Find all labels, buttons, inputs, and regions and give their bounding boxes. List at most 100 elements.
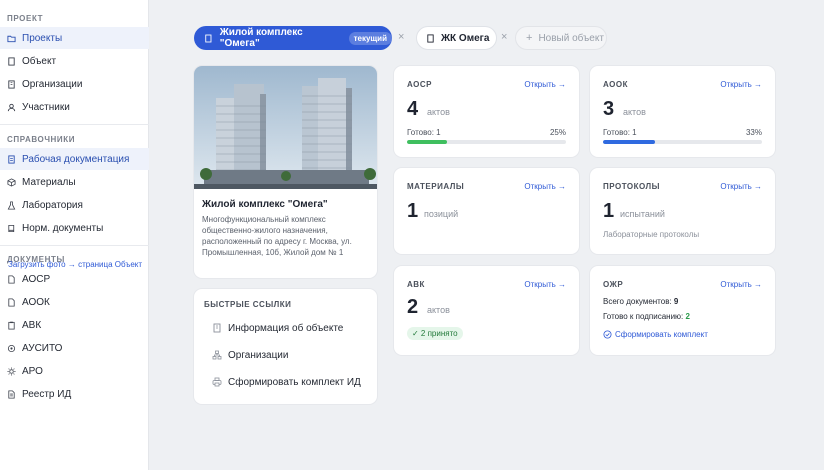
sidebar-item-avk[interactable]: АВК (0, 314, 149, 336)
quick-links-card: БЫСТРЫЕ ССЫЛКИ Информация об объекте Орг… (194, 289, 377, 404)
card-avk: АВК Открыть → 2 актов ✓ 2 принято (394, 266, 579, 355)
close-tab-button[interactable]: × (398, 31, 404, 43)
sidebar-divider (0, 124, 149, 125)
upload-photo-link[interactable]: Загрузить фото → страница Объект (8, 260, 142, 269)
box-icon (7, 177, 16, 187)
sidebar-item-aook[interactable]: АООК (0, 291, 149, 313)
quick-link-label: Сформировать комплект ИД (228, 376, 361, 388)
progress-bar (407, 140, 566, 144)
clipboard-icon (7, 321, 16, 330)
sidebar-item-label: Лаборатория (22, 199, 83, 211)
progress-bar (603, 140, 762, 144)
new-object-button[interactable]: + Новый объект (515, 26, 607, 50)
card-title: АВК (407, 280, 425, 289)
object-description: Многофункциональный комплекс общественно… (202, 215, 352, 257)
sidebar-item-materials[interactable]: Материалы (0, 171, 149, 193)
folder-icon (7, 34, 16, 43)
card-unit: актов (623, 107, 646, 117)
sidebar-item-label: Участники (22, 101, 70, 113)
quick-links-title: БЫСТРЫЕ ССЫЛКИ (204, 300, 292, 309)
card-materials: МАТЕРИАЛЫ Открыть → 1 позиций (394, 168, 579, 254)
quick-link-label: Организации (228, 349, 289, 361)
card-ozhr: ОЖР Открыть → Всего документов: 9 Готово… (590, 266, 775, 355)
generate-set-label: Сформировать комплект (615, 330, 708, 339)
card-unit: актов (427, 107, 450, 117)
card-aook: АООК Открыть → 3 актов Готово: 1 33% (590, 66, 775, 157)
object-card: Жилой комплекс "Омега" Многофункциональн… (194, 66, 377, 278)
building-icon (213, 323, 221, 333)
open-link[interactable]: Открыть → (720, 280, 762, 289)
sidebar-item-label: Норм. документы (22, 222, 104, 234)
generate-set-button[interactable]: Сформировать комплект (603, 330, 708, 339)
book-icon (7, 224, 16, 233)
section-title-project: ПРОЕКТ (7, 14, 44, 23)
sidebar-item-label: Объект (22, 55, 57, 67)
card-title: АОСР (407, 80, 433, 89)
card-title: ОЖР (603, 280, 624, 289)
sidebar-item-registry[interactable]: Реестр ИД (0, 383, 149, 405)
open-link[interactable]: Открыть → (524, 182, 566, 191)
open-link[interactable]: Открыть → (524, 80, 566, 89)
card-protocols: ПРОТОКОЛЫ Открыть → 1 испытаний Лаборато… (590, 168, 775, 254)
quick-link-label: Информация об объекте (228, 322, 344, 334)
sidebar-item-projects[interactable]: Проекты (0, 27, 149, 49)
tab-zhk-omega[interactable]: ЖК Омега (416, 26, 497, 50)
sidebar-item-label: Рабочая документация (22, 153, 130, 165)
card-unit: актов (427, 305, 450, 315)
document-icon (205, 34, 212, 42)
building-icon (7, 79, 16, 89)
sidebar: ПРОЕКТ Проекты Объект Организации Участн… (0, 0, 149, 470)
file-icon (7, 274, 16, 284)
ready-to-sign-line: Готово к подписанию: 2 (603, 312, 690, 321)
new-object-label: Новый объект (538, 32, 604, 44)
total-docs-label: Всего документов: (603, 297, 672, 306)
progress-fill (603, 140, 656, 144)
quick-link-generate-set[interactable]: Сформировать комплект ИД (212, 374, 361, 390)
sidebar-item-organizations[interactable]: Организации (0, 73, 149, 95)
plus-icon: + (526, 32, 533, 44)
quick-link-organizations[interactable]: Организации (212, 347, 288, 363)
close-tab-button[interactable]: × (501, 31, 507, 43)
sidebar-item-label: АООК (22, 296, 50, 308)
ready-label: Готово: 1 (603, 128, 637, 137)
percent-label: 33% (745, 128, 762, 137)
file-text-icon (7, 154, 16, 164)
sidebar-item-label: Организации (22, 78, 83, 90)
sidebar-item-aro[interactable]: АРО (0, 360, 149, 382)
quick-link-object-info[interactable]: Информация об объекте (212, 320, 343, 336)
ready-to-sign-label: Готово к подписанию: (603, 312, 684, 321)
tab-project-omega[interactable]: Жилой комплекс "Омега" текущий (194, 26, 392, 50)
sidebar-item-label: АУСИТО (22, 342, 63, 354)
object-title: Жилой комплекс "Омега" (202, 199, 328, 210)
card-subtitle: Лабораторные протоколы (603, 230, 700, 239)
card-title: ПРОТОКОЛЫ (603, 182, 660, 191)
sidebar-item-object[interactable]: Объект (0, 50, 149, 72)
sidebar-item-label: АРО (22, 365, 43, 377)
flask-icon (7, 200, 16, 210)
user-icon (7, 103, 16, 112)
sidebar-item-label: АОСР (22, 273, 51, 285)
open-link[interactable]: Открыть → (720, 80, 762, 89)
sidebar-item-working-docs[interactable]: Рабочая документация (0, 148, 149, 170)
card-unit: испытаний (620, 209, 665, 219)
open-link[interactable]: Открыть → (524, 280, 566, 289)
open-link[interactable]: Открыть → (720, 182, 762, 191)
sidebar-item-label: Реестр ИД (22, 388, 72, 400)
sitemap-icon (212, 350, 222, 360)
document-icon (427, 33, 434, 43)
card-title: МАТЕРИАЛЫ (407, 182, 465, 191)
sidebar-item-norm-docs[interactable]: Норм. документы (0, 217, 149, 239)
card-count: 3 (603, 98, 615, 120)
list-icon (7, 389, 16, 399)
sidebar-item-label: АВК (22, 319, 42, 331)
sidebar-item-label: Материалы (22, 176, 76, 188)
progress-fill (407, 140, 447, 144)
section-title-references: СПРАВОЧНИКИ (7, 135, 76, 144)
sidebar-item-ausito[interactable]: АУСИТО (0, 337, 149, 359)
sidebar-item-laboratory[interactable]: Лаборатория (0, 194, 149, 216)
total-docs-line: Всего документов: 9 (603, 297, 678, 306)
sidebar-item-aosr[interactable]: АОСР (0, 268, 149, 290)
sidebar-item-participants[interactable]: Участники (0, 96, 149, 118)
ready-label: Готово: 1 (407, 128, 441, 137)
printer-icon (212, 377, 222, 387)
